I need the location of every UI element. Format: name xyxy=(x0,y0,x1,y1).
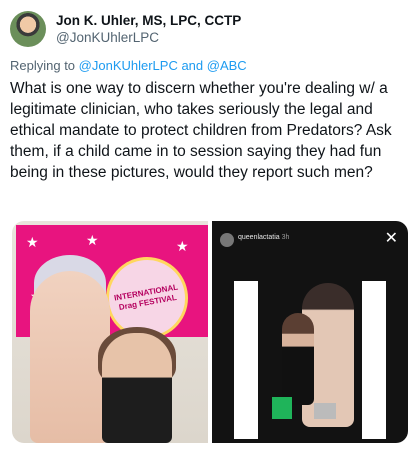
reply-prefix: Replying to xyxy=(10,58,79,73)
media-photo-right[interactable]: queenlactatia 3h ✕ xyxy=(212,221,408,443)
reply-and: and xyxy=(177,58,207,73)
media-photo-left[interactable]: ★ ★ ★ ★ ★ INTERNATIONAL Drag FESTIVAL xyxy=(12,221,208,443)
user-handle[interactable]: @JonKUhlerLPC xyxy=(56,29,241,46)
tweet: Jon K. Uhler, MS, LPC, CCTP @JonKUhlerLP… xyxy=(0,0,416,459)
tweet-header: Jon K. Uhler, MS, LPC, CCTP @JonKUhlerLP… xyxy=(10,9,241,49)
ig-username: queenlactatia 3h xyxy=(238,234,289,241)
ig-story-bar: queenlactatia 3h ✕ xyxy=(212,221,408,261)
user-names: Jon K. Uhler, MS, LPC, CCTP @JonKUhlerLP… xyxy=(56,12,241,46)
star-icon: ★ xyxy=(176,238,189,254)
star-icon: ★ xyxy=(86,232,99,248)
ig-username-text: queenlactatia xyxy=(238,234,280,241)
ig-time: 3h xyxy=(281,234,290,241)
ig-avatar xyxy=(220,233,234,247)
white-panel-left xyxy=(234,281,258,439)
photo-bag-silver xyxy=(314,403,336,419)
tweet-text: What is one way to discern whether you'r… xyxy=(10,80,392,181)
star-icon: ★ xyxy=(26,234,39,250)
avatar[interactable] xyxy=(10,11,46,47)
close-icon[interactable]: ✕ xyxy=(385,229,398,249)
photo-bag-green xyxy=(272,397,292,419)
white-panel-right xyxy=(362,281,386,439)
reply-link-1[interactable]: @JonKUhlerLPC xyxy=(79,58,178,73)
display-name[interactable]: Jon K. Uhler, MS, LPC, CCTP xyxy=(56,12,241,29)
photo-figure-child xyxy=(282,313,314,405)
replying-to: Replying to @JonKUhlerLPC and @ABC xyxy=(10,58,247,73)
media-grid: ★ ★ ★ ★ ★ INTERNATIONAL Drag FESTIVAL qu… xyxy=(12,221,408,443)
photo-child xyxy=(102,333,172,443)
reply-link-2[interactable]: @ABC xyxy=(207,58,247,73)
